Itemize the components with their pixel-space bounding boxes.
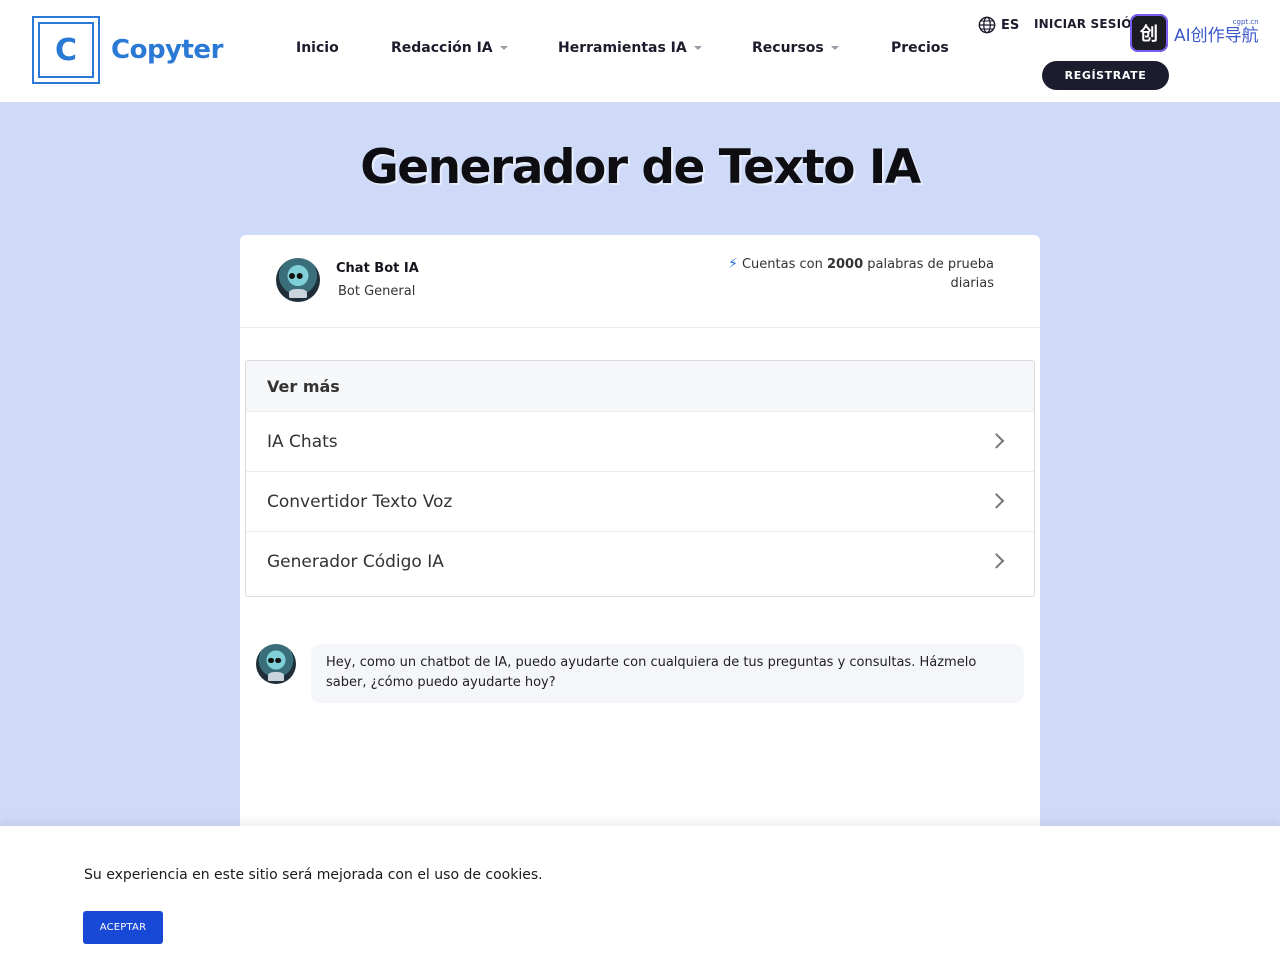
chevron-right-icon — [988, 432, 1005, 449]
bot-subtitle: Bot General — [338, 284, 416, 299]
see-more-panel: Ver más IA Chats Convertidor Texto Voz G… — [245, 360, 1035, 597]
ai-nav-badge[interactable]: 创 AI创作导航 cgpt.cn — [1130, 14, 1259, 52]
lightning-icon: ⚡︎ — [728, 256, 738, 272]
nav-herramientas-ia[interactable]: Herramientas IA — [558, 40, 702, 56]
nav-label: Precios — [891, 40, 949, 56]
credits-info: ⚡︎ Cuentas con 2000 palabras de prueba di… — [704, 255, 994, 293]
list-item-label: Generador Código IA — [267, 551, 444, 572]
accept-cookies-button[interactable]: ACEPTAR — [83, 911, 163, 944]
bot-name: Chat Bot IA — [336, 261, 419, 276]
nav-redaccion-ia[interactable]: Redacción IA — [391, 40, 508, 56]
list-item-label: Convertidor Texto Voz — [267, 491, 453, 512]
list-item-convertidor-texto-voz[interactable]: Convertidor Texto Voz — [246, 471, 1034, 531]
register-button[interactable]: REGÍSTRATE — [1042, 61, 1169, 90]
credits-prefix: Cuentas con — [741, 257, 827, 272]
credits-number: 2000 — [826, 257, 864, 272]
login-link[interactable]: INICIAR SESIÓN — [1034, 17, 1142, 31]
badge-text: AI创作导航 cgpt.cn — [1174, 17, 1259, 46]
logo-letter: C — [38, 22, 94, 78]
language-label: ES — [1001, 17, 1020, 33]
nav-label: Herramientas IA — [558, 40, 687, 56]
list-item-generador-codigo-ia[interactable]: Generador Código IA — [246, 531, 1034, 591]
language-selector[interactable]: ES — [978, 16, 1019, 34]
copyter-logo[interactable]: C Copyter — [32, 16, 223, 84]
chevron-right-icon — [988, 552, 1005, 569]
chat-card: Chat Bot IA Bot General ⚡︎ Cuentas con 20… — [240, 235, 1040, 875]
bot-avatar — [276, 258, 320, 302]
caret-down-icon — [499, 46, 508, 50]
badge-icon: 创 — [1130, 14, 1168, 52]
nav-precios[interactable]: Precios — [891, 40, 949, 56]
message-avatar — [256, 644, 296, 684]
list-item-label: IA Chats — [267, 431, 338, 452]
see-more-heading: Ver más — [246, 361, 1034, 411]
page-title: Generador de Texto IA — [360, 140, 921, 195]
badge-title: AI创作导航 — [1174, 25, 1259, 46]
cookie-banner: Su experiencia en este sitio será mejora… — [0, 826, 1280, 960]
caret-down-icon — [693, 46, 702, 50]
logo-text: Copyter — [111, 35, 223, 65]
nav-recursos[interactable]: Recursos — [752, 40, 839, 56]
site-header: C Copyter Inicio Redacción IA Herramient… — [0, 0, 1280, 102]
nav-label: Redacción IA — [391, 40, 493, 56]
credits-suffix: palabras de prueba diarias — [863, 257, 994, 291]
badge-subtext: cgpt.cn — [1232, 17, 1259, 26]
bot-message: Hey, como un chatbot de IA, puedo ayudar… — [311, 644, 1024, 703]
nav-label: Inicio — [296, 40, 339, 56]
caret-down-icon — [830, 46, 839, 50]
globe-icon — [978, 16, 996, 34]
nav-inicio[interactable]: Inicio — [296, 40, 339, 56]
logo-mark: C — [32, 16, 100, 84]
list-item-ia-chats[interactable]: IA Chats — [246, 411, 1034, 471]
bot-header: Chat Bot IA Bot General ⚡︎ Cuentas con 20… — [240, 235, 1040, 328]
chevron-right-icon — [988, 492, 1005, 509]
nav-label: Recursos — [752, 40, 824, 56]
cookie-text: Su experiencia en este sitio será mejora… — [84, 867, 543, 883]
